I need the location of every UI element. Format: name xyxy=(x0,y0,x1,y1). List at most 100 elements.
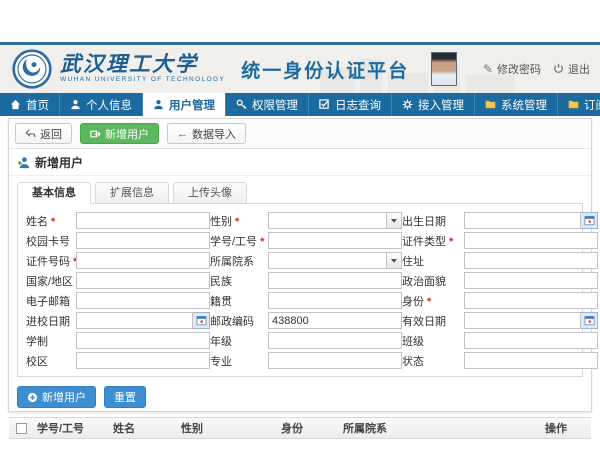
campus-card-input[interactable] xyxy=(76,232,210,249)
class-input[interactable] xyxy=(464,332,598,349)
campus-input[interactable] xyxy=(76,352,210,369)
col-gender: 性别 xyxy=(177,420,277,436)
gear-icon xyxy=(402,99,413,110)
key-icon xyxy=(236,99,247,110)
data-import-button[interactable]: ← 数据导入 xyxy=(167,123,246,144)
field-label: 住址 xyxy=(402,253,464,269)
form-actions: 新增用户 重置 xyxy=(9,377,591,408)
col-name: 姓名 xyxy=(109,420,177,436)
add-user-toolbar-button[interactable]: 新增用户 xyxy=(80,123,159,144)
education-length-input[interactable] xyxy=(76,332,210,349)
university-name-en: WUHAN UNIVERSITY OF TECHNOLOGY xyxy=(60,76,225,84)
submit-add-user-button[interactable]: 新增用户 xyxy=(17,386,96,408)
entry-date-field xyxy=(76,312,210,329)
nav-item-home[interactable]: 首页 xyxy=(0,93,60,116)
field-label: 学制 xyxy=(26,333,76,349)
identity-input[interactable] xyxy=(464,292,598,309)
section-header: 新增用户 xyxy=(9,149,591,176)
postal-code-input[interactable] xyxy=(268,312,402,329)
field-label: 政治面貌 xyxy=(402,273,464,289)
export-box-icon xyxy=(90,129,101,139)
change-password-link[interactable]: ✎ 修改密码 xyxy=(483,61,541,77)
country-input[interactable] xyxy=(76,272,210,289)
nav-item-log-query[interactable]: 日志查询 xyxy=(309,93,392,116)
department-select[interactable] xyxy=(268,252,402,269)
field-label: 证件类型* xyxy=(402,233,464,249)
date-input[interactable] xyxy=(76,312,193,329)
nav-item-access-management[interactable]: 接入管理 xyxy=(392,93,475,116)
tab-basic-info[interactable]: 基本信息 xyxy=(17,182,91,204)
id-number-input[interactable] xyxy=(76,252,210,269)
app-window: 武汉理工大学 WUHAN UNIVERSITY OF TECHNOLOGY 统一… xyxy=(0,0,600,450)
date-input[interactable] xyxy=(464,212,581,229)
nav-item-user-management[interactable]: 用户管理 xyxy=(143,93,226,116)
back-button[interactable]: 返回 xyxy=(15,123,72,144)
logout-label: 退出 xyxy=(568,61,590,77)
nav-item-permission-management[interactable]: 权限管理 xyxy=(226,93,309,116)
calendar-icon[interactable] xyxy=(581,312,598,329)
political-status-input[interactable] xyxy=(464,272,598,289)
field-label: 证件号码* xyxy=(26,253,76,269)
field-label: 年级 xyxy=(210,333,268,349)
dropdown-arrow-icon[interactable] xyxy=(387,252,402,269)
logout-link[interactable]: 退出 xyxy=(553,61,590,77)
col-actions: 操作 xyxy=(541,420,591,436)
status-input[interactable] xyxy=(464,352,598,369)
back-arrow-icon xyxy=(25,129,36,139)
table-empty-row xyxy=(9,439,591,450)
field-label: 所属院系 xyxy=(210,253,268,269)
field-label: 进校日期 xyxy=(26,313,76,329)
grade-input[interactable] xyxy=(268,332,402,349)
users-icon xyxy=(153,99,164,110)
field-label: 姓名* xyxy=(26,213,76,229)
content-panel: 返回 新增用户 ← 数据导入 新增用户 基本信息 扩展信息 上传头像 xyxy=(8,118,592,412)
tab-extended-info[interactable]: 扩展信息 xyxy=(95,182,169,204)
folder-icon xyxy=(568,99,579,110)
reset-button[interactable]: 重置 xyxy=(104,386,146,408)
name-input[interactable] xyxy=(76,212,210,229)
gender-select[interactable] xyxy=(268,212,402,229)
nav-item-system-management[interactable]: 系统管理 xyxy=(475,93,558,116)
brand: 武汉理工大学 WUHAN UNIVERSITY OF TECHNOLOGY 统一… xyxy=(12,49,409,89)
major-input[interactable] xyxy=(268,352,402,369)
nav-item-personal-info[interactable]: 个人信息 xyxy=(60,93,143,116)
select-all-checkbox[interactable] xyxy=(16,423,27,434)
select-value[interactable] xyxy=(268,252,387,269)
address-input[interactable] xyxy=(464,252,598,269)
log-check-icon xyxy=(319,99,330,110)
native-place-input[interactable] xyxy=(268,292,402,309)
field-label: 籍贯 xyxy=(210,293,268,309)
dropdown-arrow-icon[interactable] xyxy=(387,212,402,229)
col-department: 所属院系 xyxy=(339,420,541,436)
field-label: 班级 xyxy=(402,333,464,349)
header-right: ✎ 修改密码 退出 xyxy=(431,45,590,93)
user-table: 学号/工号 姓名 性别 身份 所属院系 操作 xyxy=(9,417,591,450)
section-title: 新增用户 xyxy=(35,154,83,171)
email-input[interactable] xyxy=(76,292,210,309)
tab-upload-avatar[interactable]: 上传头像 xyxy=(173,182,247,204)
id-type-input[interactable] xyxy=(464,232,598,249)
left-arrow-icon: ← xyxy=(177,128,188,140)
user-avatar[interactable] xyxy=(431,52,457,86)
field-label: 专业 xyxy=(210,353,268,369)
add-user-icon xyxy=(17,156,30,169)
birth-date-field xyxy=(464,212,598,229)
plus-circle-icon xyxy=(27,392,38,403)
power-icon xyxy=(553,63,564,76)
col-identity: 身份 xyxy=(277,420,339,436)
basic-info-form: 姓名* 性别* 出生日期 校园卡号 学号/工号* 证件类型* 证件号码* 所属院… xyxy=(17,203,583,377)
toolbar: 返回 新增用户 ← 数据导入 xyxy=(9,119,591,149)
calendar-icon[interactable] xyxy=(581,212,598,229)
platform-title: 统一身份认证平台 xyxy=(241,56,409,83)
field-label: 状态 xyxy=(402,353,464,369)
field-label: 身份* xyxy=(402,293,464,309)
nav-item-subscription-management[interactable]: 订阅管理 xyxy=(558,93,600,116)
select-value[interactable] xyxy=(268,212,387,229)
date-input[interactable] xyxy=(464,312,581,329)
calendar-icon[interactable] xyxy=(193,312,210,329)
valid-date-field xyxy=(464,312,598,329)
field-label: 校园卡号 xyxy=(26,233,76,249)
student-id-input[interactable] xyxy=(268,232,402,249)
ethnicity-input[interactable] xyxy=(268,272,402,289)
pencil-icon: ✎ xyxy=(483,63,493,75)
